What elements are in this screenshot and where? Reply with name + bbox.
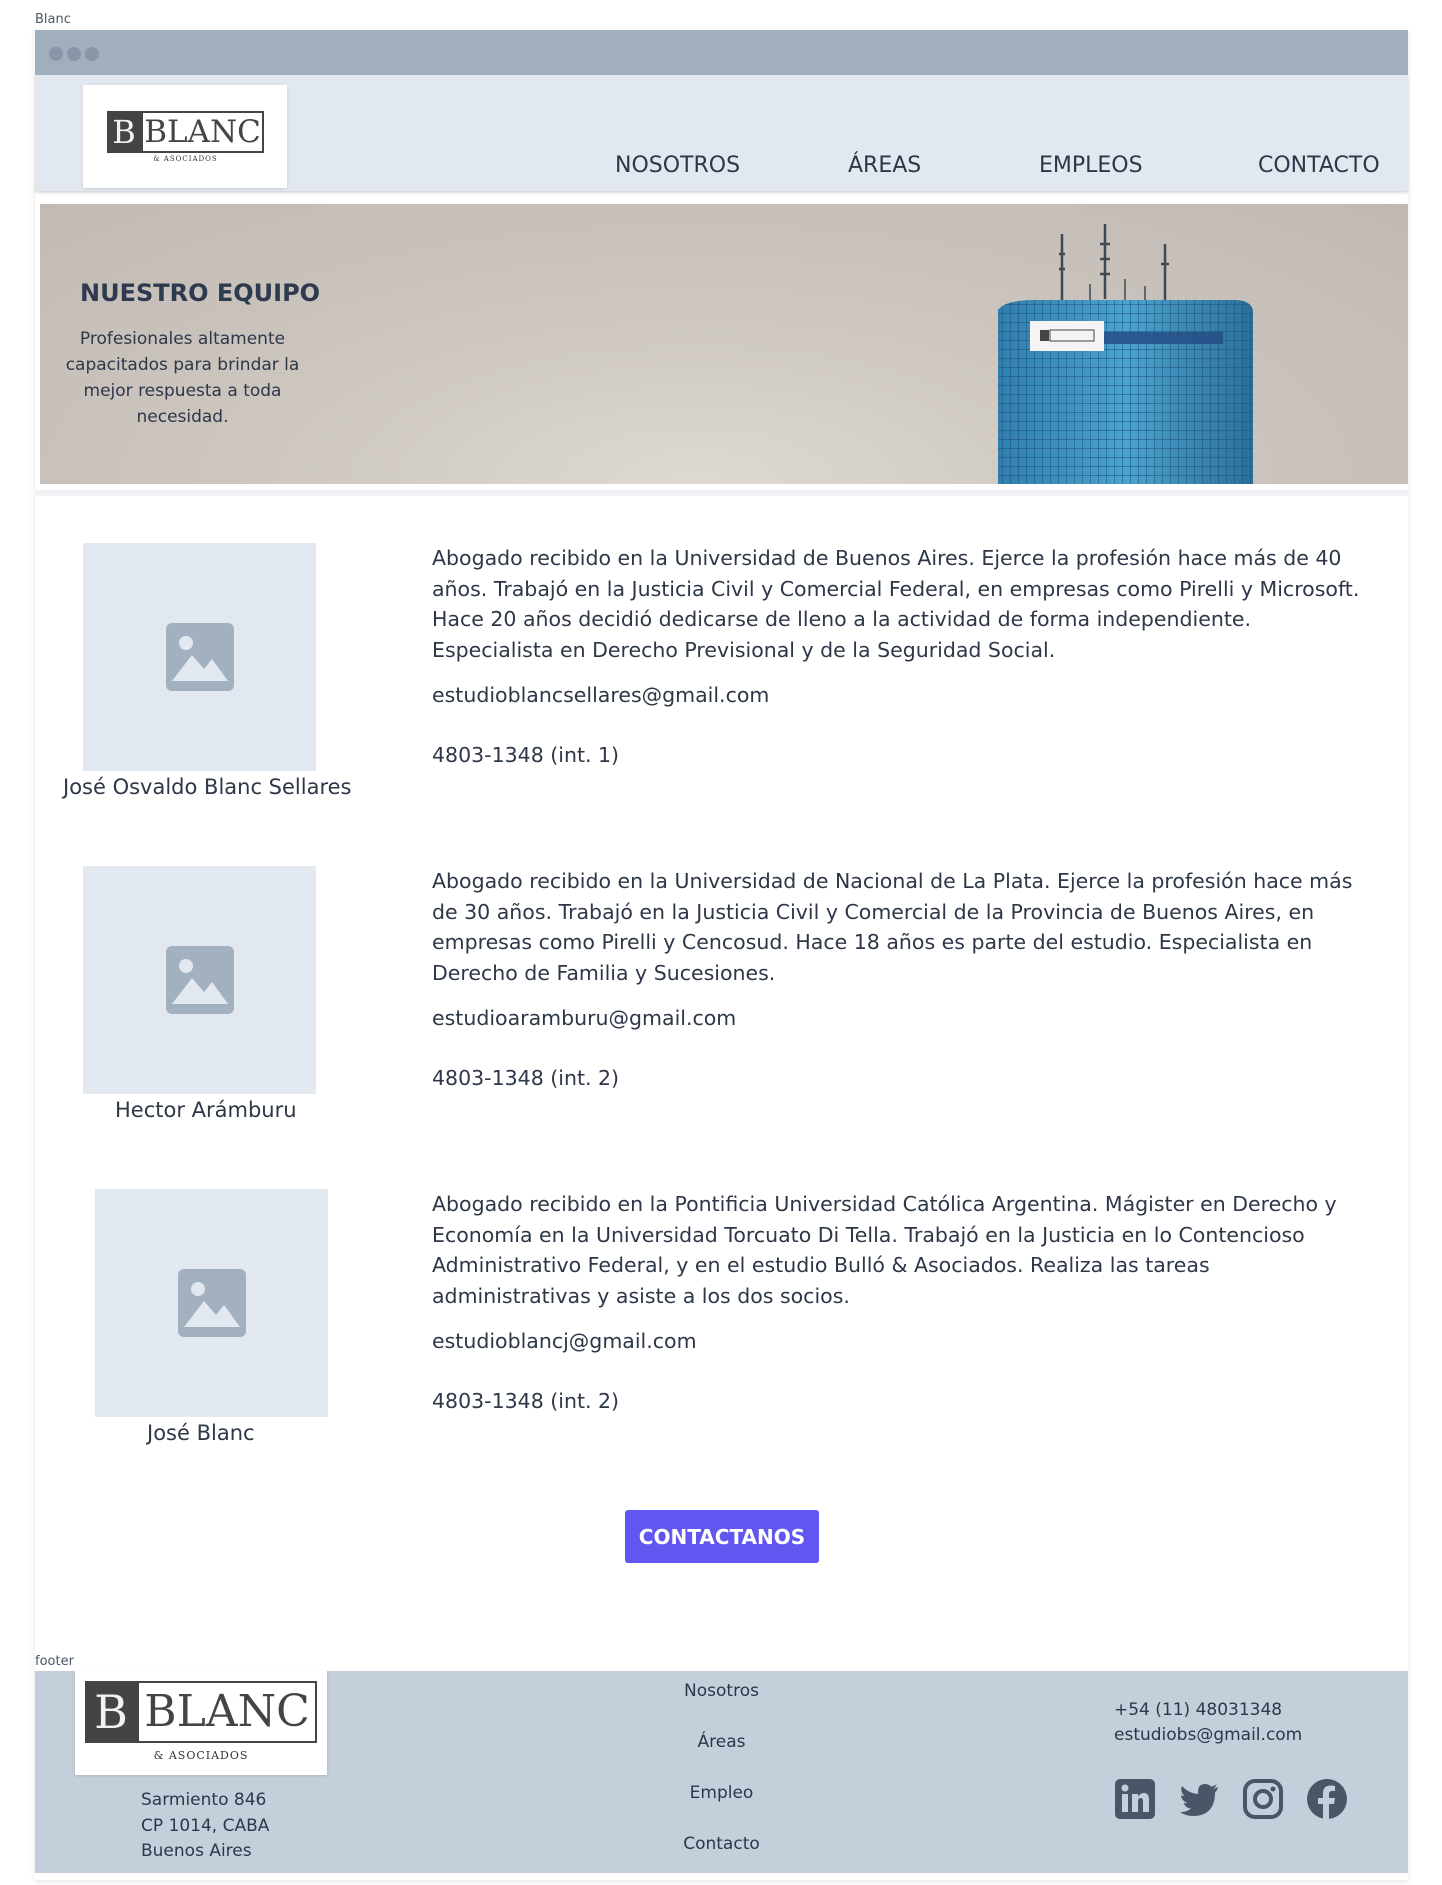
window-dot xyxy=(85,47,99,61)
instagram-icon[interactable] xyxy=(1242,1778,1284,1820)
contact-us-button[interactable]: CONTACTANOS xyxy=(625,1510,819,1563)
facebook-icon[interactable] xyxy=(1306,1778,1348,1820)
nav-areas[interactable]: ÁREAS xyxy=(848,153,921,178)
member-email[interactable]: estudioblancj@gmail.com xyxy=(432,1329,697,1353)
member-phone: 4803-1348 (int. 2) xyxy=(432,1389,620,1413)
header-logo[interactable]: B BLANC & ASOCIADOS xyxy=(83,85,287,188)
member-bio: Abogado recibido en la Universidad de Na… xyxy=(432,869,1353,985)
member-bio: Abogado recibido en la Pontificia Univer… xyxy=(432,1192,1337,1308)
browser-window: B BLANC & ASOCIADOS NOSOTROS ÁREAS EMPLE… xyxy=(35,30,1408,1880)
image-placeholder-icon xyxy=(166,946,234,1014)
nav-contacto[interactable]: CONTACTO xyxy=(1258,153,1380,178)
frame-label: Blanc xyxy=(35,12,71,27)
member-phone: 4803-1348 (int. 2) xyxy=(432,1066,620,1090)
building-image xyxy=(998,224,1253,484)
logo-image: B BLANC & ASOCIADOS xyxy=(107,111,264,163)
header-nav: B BLANC & ASOCIADOS NOSOTROS ÁREAS EMPLE… xyxy=(35,75,1408,191)
linkedin-icon[interactable] xyxy=(1114,1778,1156,1820)
logo-name: BLANC xyxy=(141,111,264,153)
member-photo-placeholder xyxy=(83,866,316,1094)
logo-subtitle: & ASOCIADOS xyxy=(153,155,218,163)
nav-nosotros[interactable]: NOSOTROS xyxy=(615,153,740,178)
image-placeholder-icon xyxy=(166,623,234,691)
member-email[interactable]: estudioblancsellares@gmail.com xyxy=(432,683,769,707)
twitter-icon[interactable] xyxy=(1178,1778,1220,1820)
window-dot xyxy=(67,47,81,61)
window-dot xyxy=(49,47,63,61)
footer-phone: +54 (11) 48031348 xyxy=(1114,1700,1283,1720)
member-email[interactable]: estudioaramburu@gmail.com xyxy=(432,1006,736,1030)
section-divider xyxy=(35,490,1408,496)
member-name: José Blanc xyxy=(147,1421,255,1445)
member-name: José Osvaldo Blanc Sellares xyxy=(63,775,352,799)
hero-title: NUESTRO EQUIPO xyxy=(80,279,321,307)
nav-empleos[interactable]: EMPLEOS xyxy=(1039,153,1143,178)
footer-link-nosotros[interactable]: Nosotros xyxy=(35,1681,1408,1701)
member-photo-placeholder xyxy=(95,1189,328,1417)
member-bio: Abogado recibido en la Universidad de Bu… xyxy=(432,546,1360,662)
member-phone: 4803-1348 (int. 1) xyxy=(432,743,620,767)
window-titlebar xyxy=(35,30,1408,75)
hero-banner: NUESTRO EQUIPO Profesionales altamente c… xyxy=(40,204,1408,484)
member-photo-placeholder xyxy=(83,543,316,771)
image-placeholder-icon xyxy=(178,1269,246,1337)
footer-frame-label: footer xyxy=(35,1654,74,1669)
member-name: Hector Arámburu xyxy=(115,1098,297,1122)
footer-link-contacto[interactable]: Contacto xyxy=(35,1834,1408,1854)
logo-mark: B xyxy=(107,111,141,153)
footer-email[interactable]: estudiobs@gmail.com xyxy=(1114,1725,1302,1745)
hero-subtitle: Profesionales altamente capacitados para… xyxy=(65,329,300,427)
footer: B BLANC & ASOCIADOS Sarmiento 846 CP 101… xyxy=(35,1671,1408,1873)
